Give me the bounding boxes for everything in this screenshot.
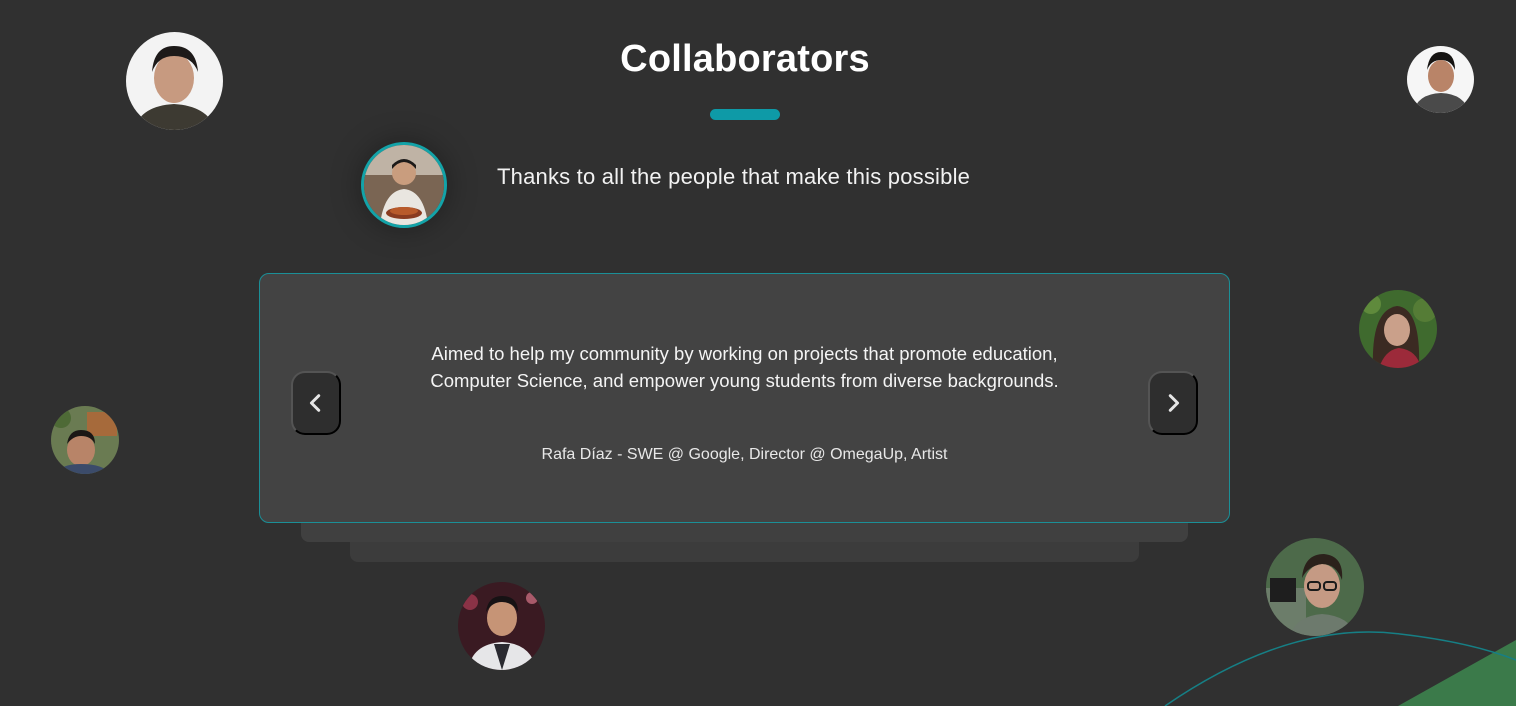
- person-photo-icon: [126, 32, 223, 130]
- person-photo-icon: [1266, 538, 1364, 636]
- person-photo-icon: [1407, 46, 1474, 113]
- collaborator-avatar[interactable]: [458, 582, 545, 670]
- testimonial-card: Aimed to help my community by working on…: [259, 273, 1230, 523]
- testimonial-quote-line: Computer Science, and empower young stud…: [430, 370, 1059, 391]
- collaborator-avatar[interactable]: [1407, 46, 1474, 113]
- person-photo-icon: [364, 145, 444, 225]
- title-underline: [710, 109, 780, 120]
- collaborators-section: Collaborators Thanks to all the people t…: [0, 0, 1516, 706]
- person-photo-icon: [458, 582, 545, 670]
- collaborator-avatar[interactable]: [1359, 290, 1437, 368]
- chevron-left-icon: [309, 394, 321, 412]
- previous-testimonial-button[interactable]: [291, 371, 341, 435]
- section-subtitle: Thanks to all the people that make this …: [497, 164, 971, 189]
- collaborator-avatar[interactable]: [1266, 538, 1364, 636]
- person-photo-icon: [51, 406, 119, 474]
- collaborator-avatar[interactable]: [51, 406, 119, 474]
- testimonial-author: Rafa Díaz - SWE @ Google, Director @ Ome…: [541, 446, 948, 463]
- testimonial-quote-line: Aimed to help my community by working on…: [431, 343, 1058, 364]
- collaborator-avatar[interactable]: [126, 32, 223, 130]
- person-photo-icon: [1359, 290, 1437, 368]
- section-title: Collaborators: [620, 38, 870, 80]
- chevron-right-icon: [1168, 394, 1180, 412]
- next-testimonial-button[interactable]: [1148, 371, 1198, 435]
- testimonial-quote: Aimed to help my community by working on…: [400, 340, 1089, 394]
- featured-collaborator-avatar[interactable]: [361, 142, 447, 228]
